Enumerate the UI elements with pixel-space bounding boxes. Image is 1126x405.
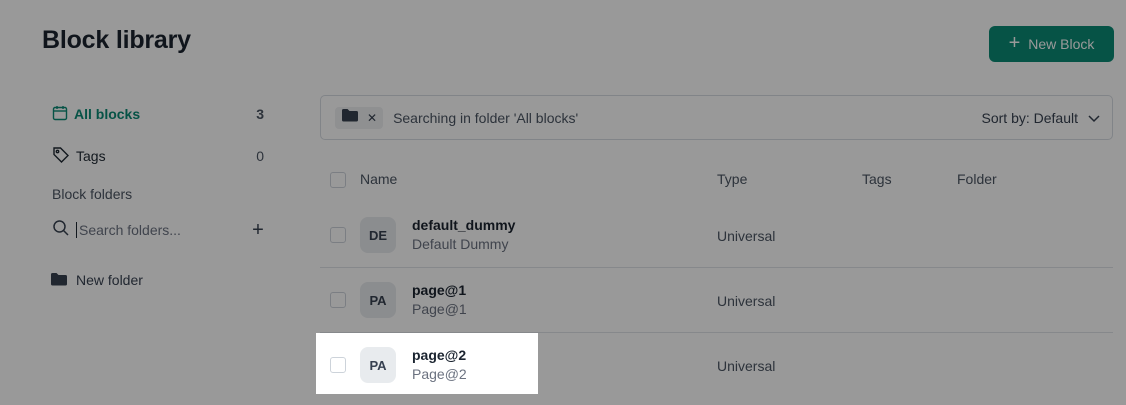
plus-icon: + [1008,32,1021,54]
sidebar-item-tags[interactable]: Tags 0 [52,144,264,168]
sidebar-item-new-folder[interactable]: New folder [50,268,143,292]
table-row[interactable]: PA page@2 Page@2 Universal [320,333,1113,398]
sidebar-item-count: 0 [256,148,264,164]
column-tags[interactable]: Tags [862,171,892,187]
tag-icon [52,146,70,167]
table-row[interactable]: DE default_dummy Default Dummy Universal [320,203,1113,268]
table-row[interactable]: PA page@1 Page@1 Universal [320,268,1113,333]
column-type[interactable]: Type [717,171,747,187]
calendar-icon [52,105,68,124]
block-display-name: Page@2 [412,366,467,382]
sidebar-item-label: Tags [76,148,106,164]
sidebar-item-all-blocks[interactable]: All blocks 3 [52,102,264,126]
sidebar-item-count: 3 [256,106,264,122]
folder-filter-chip: ✕ [335,106,384,129]
page-title: Block library [42,26,191,54]
sort-label: Sort by: Default [981,109,1079,126]
block-folders-heading: Block folders [52,186,133,202]
dim-overlay [0,333,316,405]
row-checkbox[interactable] [330,292,346,308]
folder-label: New folder [76,272,143,288]
folder-search: + [52,218,268,242]
add-folder-icon[interactable]: + [248,219,268,241]
block-avatar: PA [360,347,396,383]
folder-icon [50,271,68,290]
block-avatar: PA [360,282,396,318]
search-status-text: Searching in folder 'All blocks' [393,109,579,126]
table-header: Name Type Tags Folder [320,168,1113,192]
search-icon [52,219,70,242]
row-checkbox[interactable] [330,357,346,373]
block-display-name: Default Dummy [412,236,509,252]
column-name[interactable]: Name [360,171,397,187]
block-name[interactable]: page@1 [412,282,466,298]
block-library-page: Block library + New Block All blocks 3 T… [0,0,1126,405]
new-block-button[interactable]: + New Block [989,26,1114,62]
block-avatar: DE [360,217,396,253]
block-type: Universal [717,228,776,244]
select-all-checkbox[interactable] [330,172,346,188]
sort-dropdown[interactable]: Sort by: Default [982,110,1101,126]
folder-icon [341,107,359,128]
folder-search-input[interactable] [76,222,236,238]
block-search-bar[interactable]: ✕ Searching in folder 'All blocks' Sort … [320,95,1113,140]
sidebar-item-label: All blocks [74,106,141,122]
block-name[interactable]: default_dummy [412,217,515,233]
row-checkbox[interactable] [330,227,346,243]
block-type: Universal [717,293,776,309]
new-block-label: New Block [1028,36,1095,52]
block-display-name: Page@1 [412,301,467,317]
block-name[interactable]: page@2 [412,347,466,363]
column-folder[interactable]: Folder [957,171,997,187]
block-type: Universal [717,358,776,374]
remove-filter-icon[interactable]: ✕ [367,111,377,125]
chevron-down-icon [1088,110,1100,126]
